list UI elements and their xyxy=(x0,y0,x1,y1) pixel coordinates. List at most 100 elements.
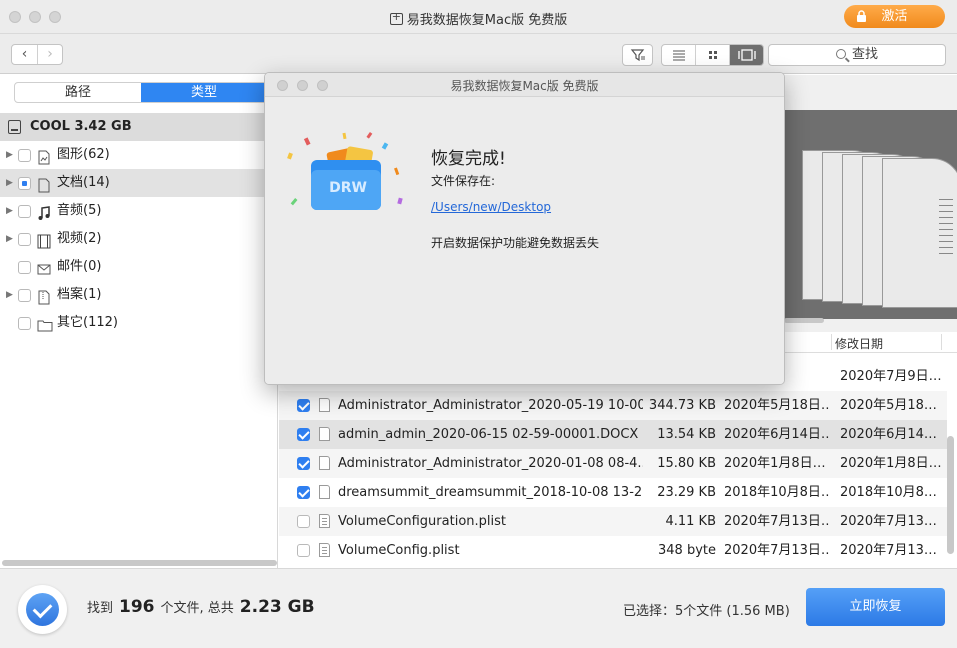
save-path-link[interactable]: /Users/new/Desktop xyxy=(431,200,551,214)
drive-icon xyxy=(8,120,21,134)
window-title-text: 易我数据恢复Mac版 免费版 xyxy=(407,13,567,28)
recover-now-button[interactable]: 立即恢复 xyxy=(806,588,945,626)
document-file-icon xyxy=(319,427,330,441)
created-date-cell: 2020年7月13日… xyxy=(724,536,830,565)
found-size: 2.23 GB xyxy=(240,597,315,617)
file-name-cell: Administrator_Administrator_2020-05-19 1… xyxy=(338,391,643,420)
file-size-cell: 348 byte xyxy=(626,536,716,565)
disclosure-triangle-icon[interactable]: ▶ xyxy=(6,197,13,225)
music-note-icon xyxy=(37,204,51,219)
row-checkbox[interactable] xyxy=(297,544,310,557)
view-tabs: 路径 类型 xyxy=(14,82,268,103)
disclosure-triangle-icon[interactable]: ▶ xyxy=(6,141,13,169)
table-row[interactable]: admin_admin_2020-06-15 02-59-00001.DOCX1… xyxy=(279,420,947,449)
status-bar: 找到196个文件, 总共2.23 GB 已选择：5个文件 (1.56 MB) 立… xyxy=(0,568,957,648)
category-checkbox[interactable] xyxy=(18,149,31,162)
row-checkbox[interactable] xyxy=(297,457,310,470)
activate-button[interactable]: 激活 xyxy=(844,5,945,28)
nav-group: ‹ › xyxy=(11,44,63,65)
dialog-titlebar: 易我数据恢复Mac版 免费版 xyxy=(265,73,784,97)
plist-file-icon xyxy=(319,543,330,557)
document-file-icon xyxy=(319,456,330,470)
category-item[interactable]: ▶ 图形(62) xyxy=(0,141,278,169)
disclosure-triangle-icon[interactable]: ▶ xyxy=(6,169,13,197)
window-title: 易我数据恢复Mac版 免费版 xyxy=(0,9,957,28)
drive-label: COOL 3.42 GB xyxy=(30,119,132,134)
category-label: 图形(62) xyxy=(57,141,110,169)
column-divider[interactable] xyxy=(941,334,942,350)
category-checkbox[interactable] xyxy=(18,289,31,302)
table-vertical-scrollbar[interactable] xyxy=(947,436,954,554)
file-size-cell: 23.29 KB xyxy=(626,478,716,507)
row-checkbox[interactable] xyxy=(297,428,310,441)
column-divider[interactable] xyxy=(831,334,832,350)
preview-view-button[interactable] xyxy=(730,45,764,65)
row-checkbox[interactable] xyxy=(297,515,310,528)
table-row[interactable]: VolumeConfiguration.plist4.11 KB2020年7月1… xyxy=(279,507,947,536)
modified-date-cell: 2020年7月13… xyxy=(840,507,944,536)
created-date-cell: 2020年6月14日… xyxy=(724,420,830,449)
file-size-cell: 344.73 KB xyxy=(626,391,716,420)
tab-path[interactable]: 路径 xyxy=(15,83,141,102)
dialog-heading: 恢复完成! xyxy=(431,144,506,169)
row-checkbox[interactable] xyxy=(297,486,310,499)
list-view-button[interactable] xyxy=(662,45,696,65)
category-checkbox[interactable] xyxy=(18,317,31,330)
lock-icon xyxy=(856,10,867,22)
disclosure-triangle-icon[interactable]: ▶ xyxy=(6,281,13,309)
file-size-cell: 15.80 KB xyxy=(626,449,716,478)
dialog-title: 易我数据恢复Mac版 免费版 xyxy=(265,77,784,94)
filter-button[interactable] xyxy=(622,44,653,66)
drw-label: DRW xyxy=(313,180,383,196)
window-titlebar: 易我数据恢复Mac版 免费版 激活 xyxy=(0,0,957,34)
scan-complete-check-icon xyxy=(18,585,67,634)
category-checkbox[interactable] xyxy=(18,205,31,218)
sidebar-horizontal-scrollbar[interactable] xyxy=(2,560,277,566)
category-item[interactable]: ▶ 文档(14) xyxy=(0,169,278,197)
modified-date-cell: 2020年6月14… xyxy=(840,420,944,449)
preview-scrollbar[interactable] xyxy=(784,318,824,323)
plist-file-icon xyxy=(319,514,330,528)
category-item[interactable]: ▶ 视频(2) xyxy=(0,225,278,253)
row-checkbox[interactable] xyxy=(297,399,310,412)
category-item[interactable]: ▶音频(5) xyxy=(0,197,278,225)
tab-type[interactable]: 类型 xyxy=(141,83,267,102)
view-mode-group xyxy=(661,44,764,66)
table-row[interactable]: VolumeConfig.plist348 byte2020年7月13日…202… xyxy=(279,536,947,565)
folder-confetti-icon xyxy=(283,128,413,223)
envelope-icon xyxy=(37,260,51,275)
folder-icon xyxy=(37,316,51,331)
dialog-body: DRW 恢复完成! 文件保存在: /Users/new/Desktop 开启数据… xyxy=(265,98,784,385)
category-checkbox[interactable] xyxy=(18,177,31,190)
modified-date-cell: 2020年7月9日… xyxy=(840,362,944,391)
created-date-cell: 2020年5月18日… xyxy=(724,391,830,420)
file-name-cell: VolumeConfiguration.plist xyxy=(338,507,643,536)
category-label: 文档(14) xyxy=(57,169,110,197)
back-button[interactable]: ‹ xyxy=(12,45,37,64)
drive-header[interactable]: COOL 3.42 GB xyxy=(0,113,278,141)
column-header-modified-date[interactable]: 修改日期 xyxy=(835,335,883,352)
modified-date-cell: 2020年7月13… xyxy=(840,536,944,565)
search-field[interactable]: 查找 xyxy=(768,44,946,66)
file-name-cell: Administrator_Administrator_2020-01-08 0… xyxy=(338,449,643,478)
page-thumbnail xyxy=(882,158,957,308)
table-row[interactable]: Administrator_Administrator_2020-01-08 0… xyxy=(279,449,947,478)
forward-button[interactable]: › xyxy=(37,45,62,64)
search-placeholder: 查找 xyxy=(852,47,878,62)
category-item[interactable]: 其它(112) xyxy=(0,309,278,337)
document-file-icon xyxy=(319,485,330,499)
modified-date-cell: 2020年1月8日… xyxy=(840,449,944,478)
table-row[interactable]: Administrator_Administrator_2020-05-19 1… xyxy=(279,391,947,420)
disclosure-triangle-icon[interactable]: ▶ xyxy=(6,225,13,253)
category-checkbox[interactable] xyxy=(18,261,31,274)
created-date-cell: 2018年10月8日… xyxy=(724,478,830,507)
category-label: 视频(2) xyxy=(57,225,101,253)
grid-view-button[interactable] xyxy=(696,45,730,65)
category-item[interactable]: ▶档案(1) xyxy=(0,281,278,309)
film-icon xyxy=(37,232,51,247)
category-item[interactable]: 邮件(0) xyxy=(0,253,278,281)
document-file-icon xyxy=(319,398,330,412)
table-row[interactable]: dreamsummit_dreamsummit_2018-10-08 13-23… xyxy=(279,478,947,507)
category-checkbox[interactable] xyxy=(18,233,31,246)
file-name-cell: dreamsummit_dreamsummit_2018-10-08 13-23… xyxy=(338,478,643,507)
